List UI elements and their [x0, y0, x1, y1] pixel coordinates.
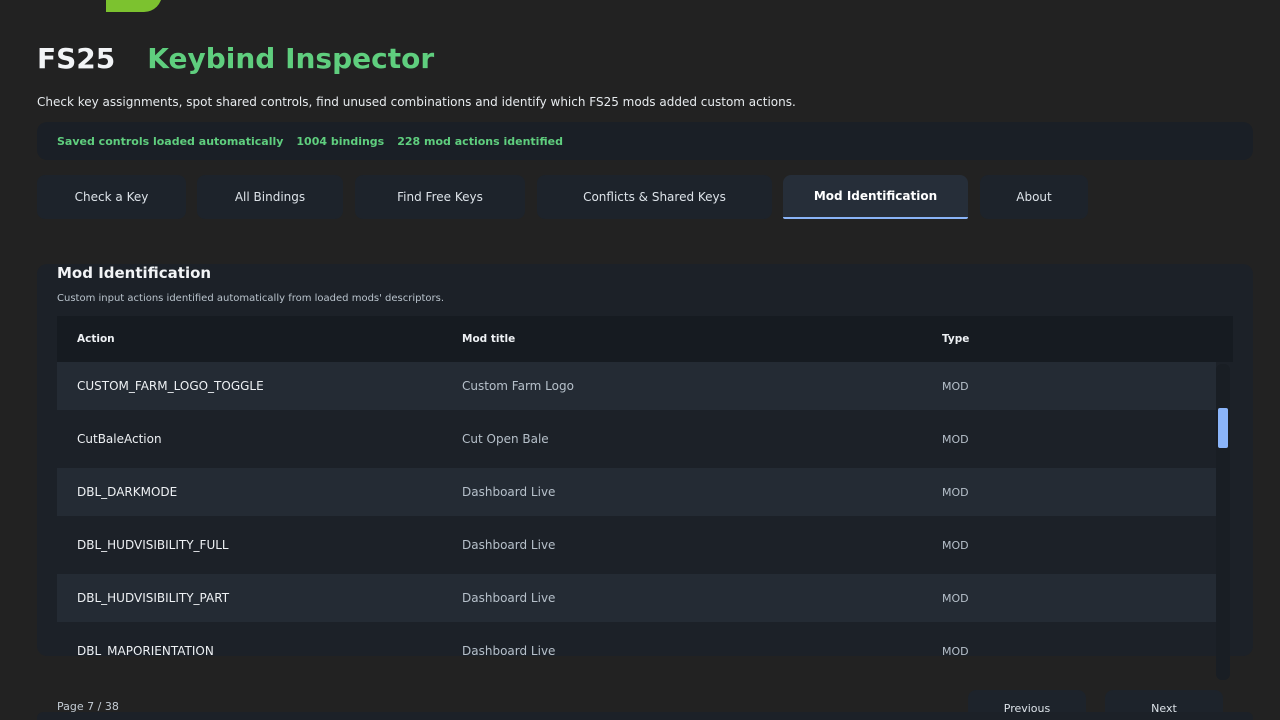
tab-conflicts-shared-keys[interactable]: Conflicts & Shared Keys — [537, 175, 772, 219]
cell-type: MOD — [942, 644, 969, 657]
table-header: Action Mod title Type — [57, 316, 1233, 362]
column-header-mod-title[interactable]: Mod title — [462, 333, 515, 345]
table-scrollbar[interactable] — [1216, 364, 1230, 680]
panel-description: Custom input actions identified automati… — [57, 293, 445, 304]
app-name: Keybind Inspector — [147, 42, 435, 75]
tab-check-a-key[interactable]: Check a Key — [37, 175, 186, 219]
cell-action: DBL_DARKMODE — [77, 485, 178, 499]
status-bar: Saved controls loaded automatically 1004… — [37, 122, 1253, 160]
table-row[interactable]: DBL_HUDVISIBILITY_PART Dashboard Live MO… — [57, 574, 1216, 622]
cell-type: MOD — [942, 538, 969, 552]
tab-all-bindings[interactable]: All Bindings — [197, 175, 343, 219]
app-logo — [106, 0, 162, 12]
column-header-action[interactable]: Action — [77, 333, 115, 345]
cell-action: CutBaleAction — [77, 432, 162, 446]
cell-type: MOD — [942, 591, 969, 605]
cell-type: MOD — [942, 485, 969, 499]
tab-find-free-keys[interactable]: Find Free Keys — [355, 175, 525, 219]
cell-action: DBL_MAPORIENTATION — [77, 644, 214, 656]
tab-mod-identification[interactable]: Mod Identification — [783, 175, 968, 219]
cell-type: MOD — [942, 432, 969, 446]
cell-mod-title: Dashboard Live — [462, 591, 556, 605]
table-row[interactable]: DBL_HUDVISIBILITY_FULL Dashboard Live MO… — [57, 521, 1216, 569]
column-header-type[interactable]: Type — [942, 333, 969, 345]
table-row[interactable]: CutBaleAction Cut Open Bale MOD — [57, 415, 1216, 463]
table-row[interactable]: CUSTOM_FARM_LOGO_TOGGLE Custom Farm Logo… — [57, 362, 1216, 410]
cell-type: MOD — [942, 379, 969, 393]
cell-action: DBL_HUDVISIBILITY_PART — [77, 591, 230, 605]
table-body[interactable]: CUSTOM_FARM_LOGO_TOGGLE Custom Farm Logo… — [57, 362, 1216, 656]
mod-identification-panel: Mod Identification Custom input actions … — [37, 264, 1253, 656]
table-scrollbar-thumb[interactable] — [1218, 408, 1228, 448]
status-bindings-count: 1004 bindings — [296, 134, 385, 148]
app-title: FS25 Keybind Inspector — [37, 42, 434, 82]
tab-about[interactable]: About — [980, 175, 1088, 219]
status-loaded: Saved controls loaded automatically — [57, 134, 284, 148]
table-row[interactable]: DBL_DARKMODE Dashboard Live MOD — [57, 468, 1216, 516]
app-brand: FS25 — [37, 42, 116, 75]
table-row[interactable]: DBL_MAPORIENTATION Dashboard Live MOD — [57, 627, 1216, 656]
cell-action: CUSTOM_FARM_LOGO_TOGGLE — [77, 379, 264, 393]
cell-mod-title: Cut Open Bale — [462, 432, 549, 446]
cell-mod-title: Custom Farm Logo — [462, 379, 574, 393]
app-subtitle: Check key assignments, spot shared contr… — [37, 95, 796, 109]
cell-mod-title: Dashboard Live — [462, 485, 556, 499]
panel-title: Mod Identification — [57, 264, 212, 282]
cell-mod-title: Dashboard Live — [462, 644, 556, 656]
bottom-panel-edge — [37, 712, 1253, 720]
cell-action: DBL_HUDVISIBILITY_FULL — [77, 538, 229, 552]
status-mod-actions-count: 228 mod actions identified — [397, 134, 563, 148]
cell-mod-title: Dashboard Live — [462, 538, 556, 552]
mod-actions-table: Action Mod title Type CUSTOM_FARM_LOGO_T… — [57, 316, 1233, 656]
